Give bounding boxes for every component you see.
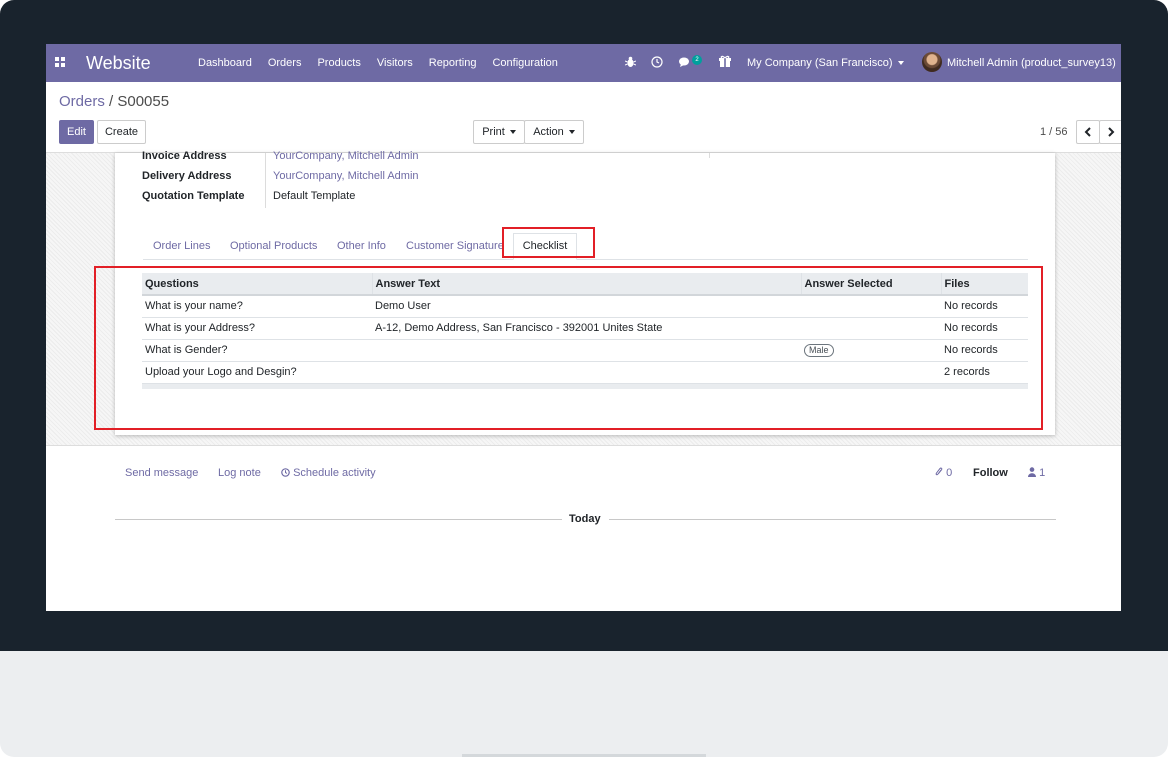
screen: Website Dashboard Orders Products Visito… bbox=[46, 44, 1121, 611]
user-menu[interactable]: Mitchell Admin (product_survey13) bbox=[947, 57, 1121, 69]
top-navbar: Website Dashboard Orders Products Visito… bbox=[46, 44, 1121, 82]
field-divider bbox=[709, 153, 710, 158]
apps-menu-icon[interactable] bbox=[55, 57, 66, 68]
company-switcher[interactable]: My Company (San Francisco) bbox=[747, 57, 904, 69]
main-menu: Dashboard Orders Products Visitors Repor… bbox=[198, 57, 574, 69]
date-separator-line bbox=[609, 519, 1056, 520]
schedule-activity-button[interactable]: Schedule activity bbox=[281, 467, 376, 479]
attachments-count: 0 bbox=[946, 467, 953, 479]
clock-icon bbox=[281, 468, 290, 477]
tab-customer-signature[interactable]: Customer Signature bbox=[406, 240, 504, 252]
send-message-button[interactable]: Send message bbox=[125, 467, 198, 479]
user-avatar[interactable] bbox=[922, 52, 942, 72]
company-name: My Company (San Francisco) bbox=[747, 57, 893, 69]
delivery-address-value[interactable]: YourCompany, Mitchell Admin bbox=[273, 170, 419, 182]
chevron-down-icon bbox=[568, 130, 575, 135]
checklist-table-highlight bbox=[94, 266, 1043, 430]
menu-dashboard[interactable]: Dashboard bbox=[198, 57, 252, 69]
app-brand: Website bbox=[86, 53, 151, 73]
print-button[interactable]: Print bbox=[473, 120, 525, 144]
bug-icon[interactable] bbox=[625, 56, 636, 68]
clock-icon[interactable] bbox=[651, 56, 663, 68]
log-note-button[interactable]: Log note bbox=[218, 467, 261, 479]
menu-orders[interactable]: Orders bbox=[268, 57, 302, 69]
date-separator-label: Today bbox=[569, 513, 601, 525]
chevron-right-icon bbox=[1108, 127, 1115, 137]
pager-previous-button[interactable] bbox=[1076, 120, 1100, 144]
menu-reporting[interactable]: Reporting bbox=[429, 57, 477, 69]
chat-icon[interactable] bbox=[679, 57, 692, 68]
tab-order-lines[interactable]: Order Lines bbox=[153, 240, 210, 252]
user-icon bbox=[1028, 467, 1036, 477]
pager-next-button[interactable] bbox=[1099, 120, 1121, 144]
chevron-down-icon bbox=[897, 61, 904, 66]
pager-value[interactable]: 1 / 56 bbox=[1040, 126, 1068, 138]
device-stand bbox=[0, 651, 1168, 757]
chat-count-badge: 2 bbox=[692, 55, 702, 65]
tab-bar-line bbox=[143, 259, 1028, 260]
invoice-address-value[interactable]: YourCompany, Mitchell Admin bbox=[273, 150, 419, 162]
quotation-template-value[interactable]: Default Template bbox=[273, 190, 355, 202]
field-divider bbox=[265, 153, 266, 208]
delivery-address-label: Delivery Address bbox=[142, 170, 232, 182]
menu-configuration[interactable]: Configuration bbox=[492, 57, 557, 69]
quotation-template-label: Quotation Template bbox=[142, 190, 245, 202]
menu-products[interactable]: Products bbox=[317, 57, 360, 69]
action-label: Action bbox=[533, 126, 564, 138]
schedule-activity-label: Schedule activity bbox=[293, 467, 376, 479]
user-name: Mitchell Admin (product_survey13) bbox=[947, 57, 1116, 69]
paperclip-icon bbox=[935, 467, 943, 476]
breadcrumb-separator: / bbox=[109, 93, 114, 110]
edit-button[interactable]: Edit bbox=[59, 120, 94, 144]
followers-button[interactable]: 1 bbox=[1028, 467, 1045, 479]
checklist-tab-highlight bbox=[502, 227, 595, 258]
print-label: Print bbox=[482, 126, 505, 138]
gift-icon[interactable] bbox=[719, 55, 731, 67]
breadcrumb-orders-link[interactable]: Orders bbox=[59, 93, 105, 110]
attachments-button[interactable]: 0 bbox=[935, 467, 952, 479]
breadcrumb-current: S00055 bbox=[117, 93, 170, 110]
date-separator-line bbox=[115, 519, 562, 520]
create-button[interactable]: Create bbox=[97, 120, 146, 144]
follow-button[interactable]: Follow bbox=[973, 467, 1008, 479]
chevron-left-icon bbox=[1084, 127, 1091, 137]
chevron-down-icon bbox=[509, 130, 516, 135]
action-button[interactable]: Action bbox=[524, 120, 584, 144]
tab-other-info[interactable]: Other Info bbox=[337, 240, 386, 252]
breadcrumb: Orders / S00055 bbox=[59, 93, 169, 110]
menu-visitors[interactable]: Visitors bbox=[377, 57, 413, 69]
tab-optional-products[interactable]: Optional Products bbox=[230, 240, 317, 252]
invoice-address-label: Invoice Address bbox=[142, 150, 227, 162]
followers-count: 1 bbox=[1039, 467, 1046, 479]
